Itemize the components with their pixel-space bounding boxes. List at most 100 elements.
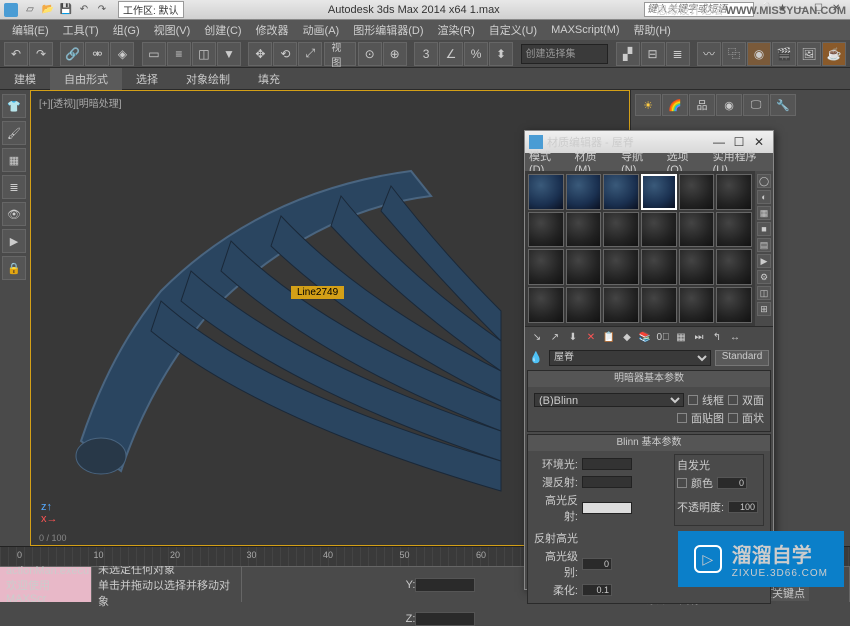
menu-tools[interactable]: 工具(T) — [59, 20, 103, 40]
display-tab-icon[interactable]: 🖵 — [743, 94, 769, 116]
facemap-checkbox[interactable] — [677, 413, 687, 423]
menu-animation[interactable]: 动画(A) — [299, 20, 344, 40]
material-slot[interactable] — [641, 212, 677, 248]
opacity-spinner[interactable]: 100 — [728, 501, 758, 513]
ambient-swatch[interactable] — [582, 458, 632, 470]
open-icon[interactable]: 📂 — [40, 2, 56, 18]
go-sibling-icon[interactable]: ↔ — [727, 329, 743, 345]
tab-populate[interactable]: 填充 — [244, 68, 294, 90]
material-slot[interactable] — [603, 212, 639, 248]
select-name-button[interactable]: ≡ — [167, 42, 191, 66]
align-button[interactable]: ⊟ — [641, 42, 665, 66]
material-slot[interactable] — [679, 212, 715, 248]
material-slot[interactable] — [716, 249, 752, 285]
background-icon[interactable]: ▦ — [757, 206, 771, 220]
selection-set-combo[interactable]: 创建选择集 — [521, 44, 609, 64]
reset-icon[interactable]: ✕ — [583, 329, 599, 345]
video-check-icon[interactable]: ▤ — [757, 238, 771, 252]
undo-icon[interactable]: ↶ — [76, 2, 92, 18]
render-button[interactable]: ☕ — [822, 42, 846, 66]
select-button[interactable]: ▭ — [142, 42, 166, 66]
material-slot[interactable] — [603, 174, 639, 210]
menu-help[interactable]: 帮助(H) — [630, 20, 675, 40]
select-region-button[interactable]: ◫ — [192, 42, 216, 66]
eyedropper-icon[interactable]: 💧 — [529, 351, 545, 364]
undo-button[interactable]: ↶ — [4, 42, 28, 66]
menu-maxscript[interactable]: MAXScript(M) — [547, 22, 623, 38]
material-slot[interactable] — [566, 249, 602, 285]
material-slot[interactable] — [528, 249, 564, 285]
make-unique-icon[interactable]: ◆ — [619, 329, 635, 345]
rollup-header[interactable]: 明暗器基本参数 — [528, 371, 770, 387]
utilities-tab-icon[interactable]: 🔧 — [770, 94, 796, 116]
tab-modeling[interactable]: 建模 — [0, 68, 50, 90]
new-icon[interactable]: ▱ — [22, 2, 38, 18]
render-frame-button[interactable]: 🖼 — [797, 42, 821, 66]
material-slot[interactable] — [603, 287, 639, 323]
specular-swatch[interactable] — [582, 502, 632, 514]
filter-button[interactable]: ▼ — [217, 42, 241, 66]
selfillum-checkbox[interactable] — [677, 478, 687, 488]
hierarchy-tab-icon[interactable]: 品 — [689, 94, 715, 116]
select-by-mat-icon[interactable]: ◫ — [757, 286, 771, 300]
redo-icon[interactable]: ↷ — [94, 2, 110, 18]
link-button[interactable]: 🔗 — [60, 42, 84, 66]
show-map-icon[interactable]: ▦ — [673, 329, 689, 345]
rollup-header[interactable]: Blinn 基本参数 — [528, 435, 770, 451]
motion-tab-icon[interactable]: ◉ — [716, 94, 742, 116]
copy-icon[interactable]: 📋 — [601, 329, 617, 345]
material-slot[interactable] — [603, 249, 639, 285]
material-slot[interactable] — [566, 212, 602, 248]
create-tab-icon[interactable]: ☀ — [635, 94, 661, 116]
show-end-icon[interactable]: ⏭ — [691, 329, 707, 345]
material-slot[interactable] — [641, 287, 677, 323]
bind-button[interactable]: ◈ — [110, 42, 134, 66]
tab-objectpaint[interactable]: 对象绘制 — [172, 68, 244, 90]
material-slot[interactable] — [679, 287, 715, 323]
wire-checkbox[interactable] — [688, 395, 698, 405]
material-editor-button[interactable]: ◉ — [747, 42, 771, 66]
unlink-button[interactable]: ⚮ — [85, 42, 109, 66]
tool-eye-icon[interactable]: 👁 — [2, 202, 26, 226]
material-type-button[interactable]: Standard — [715, 350, 769, 366]
material-slot[interactable] — [528, 174, 564, 210]
schematic-button[interactable]: ⿻ — [722, 42, 746, 66]
material-slot[interactable] — [679, 174, 715, 210]
menu-rendering[interactable]: 渲染(R) — [434, 20, 479, 40]
sample-type-icon[interactable]: ◯ — [757, 174, 771, 188]
menu-create[interactable]: 创建(C) — [200, 20, 245, 40]
tab-selection[interactable]: 选择 — [122, 68, 172, 90]
redo-button[interactable]: ↷ — [29, 42, 53, 66]
menu-grapheditors[interactable]: 图形编辑器(D) — [349, 20, 427, 40]
gloss-spinner[interactable]: 0.1 — [582, 584, 612, 596]
preview-icon[interactable]: ▶ — [757, 254, 771, 268]
z-input[interactable] — [415, 612, 475, 626]
tool-grid-icon[interactable]: ▦ — [2, 148, 26, 172]
layers-button[interactable]: ≣ — [666, 42, 690, 66]
get-material-icon[interactable]: ↘ — [529, 329, 545, 345]
save-icon[interactable]: 💾 — [58, 2, 74, 18]
speclevel-spinner[interactable]: 0 — [582, 558, 612, 570]
scale-button[interactable]: ⤢ — [298, 42, 322, 66]
move-button[interactable]: ✥ — [248, 42, 272, 66]
material-slot[interactable] — [566, 287, 602, 323]
refcoord-button[interactable]: 视图 — [324, 42, 355, 66]
spinner-snap-button[interactable]: ⬍ — [489, 42, 513, 66]
mateditor-close-icon[interactable]: ✕ — [749, 135, 769, 149]
mat-id-icon[interactable]: 0⃣ — [655, 329, 671, 345]
material-slot[interactable] — [641, 249, 677, 285]
material-name-select[interactable]: 屋脊 — [549, 350, 711, 366]
material-slot[interactable] — [566, 174, 602, 210]
menu-modifiers[interactable]: 修改器 — [252, 20, 293, 40]
tool-layers-icon[interactable]: ≣ — [2, 175, 26, 199]
faceted-checkbox[interactable] — [728, 413, 738, 423]
mateditor-min-icon[interactable]: — — [709, 135, 729, 149]
angle-snap-button[interactable]: ∠ — [439, 42, 463, 66]
workspace-selector[interactable]: 工作区: 默认 — [118, 1, 184, 18]
selfillum-spinner[interactable]: 0 — [717, 477, 747, 489]
tool-play-icon[interactable]: ▶ — [2, 229, 26, 253]
twoside-checkbox[interactable] — [728, 395, 738, 405]
material-slot[interactable] — [716, 174, 752, 210]
menu-group[interactable]: 组(G) — [109, 20, 144, 40]
material-slot[interactable] — [716, 212, 752, 248]
